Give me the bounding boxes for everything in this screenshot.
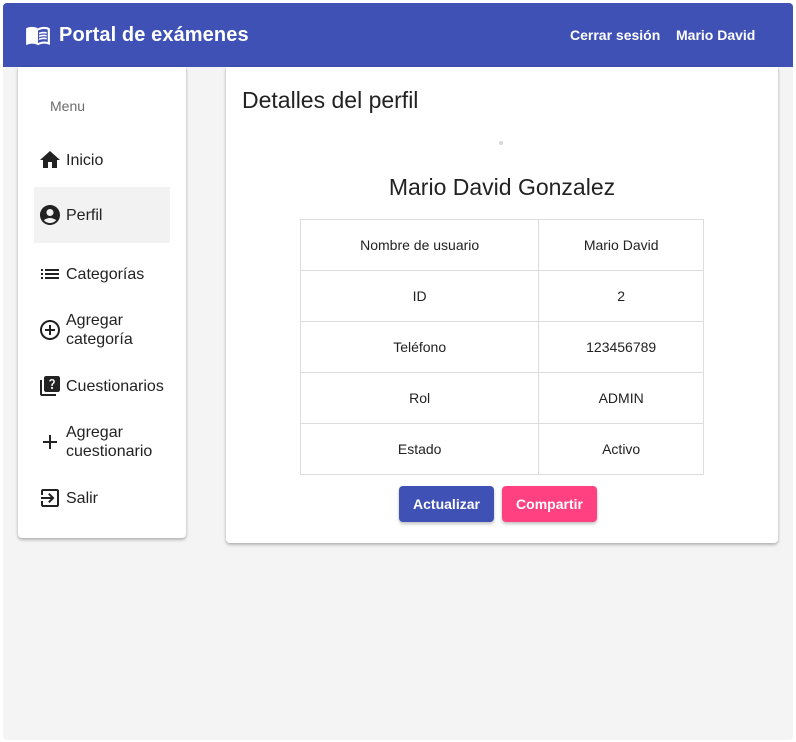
update-button[interactable]: Actualizar [399, 486, 494, 522]
brand[interactable]: Portal de exámenes [25, 3, 249, 67]
sidebar: Menu Inicio Perfil Categorías Agregar ca… [18, 67, 186, 538]
app-title: Portal de exámenes [59, 23, 249, 46]
sidebar-item-perfil[interactable]: Perfil [34, 187, 170, 243]
quiz-icon [40, 376, 60, 396]
sidebar-item-label: Perfil [66, 206, 103, 224]
sidebar-item-salir[interactable]: Salir [34, 472, 170, 524]
table-cell-key: Estado [299, 423, 540, 475]
sidebar-item-label: Categorías [66, 265, 145, 283]
table-row: Estado Activo [299, 423, 704, 475]
sidebar-item-categorias[interactable]: Categorías [34, 248, 170, 300]
user-button[interactable]: Mario David [676, 3, 755, 67]
table-cell-value: 123456789 [538, 321, 704, 373]
sidebar-item-label: Agregar categoría [66, 312, 133, 348]
table-cell-key: Nombre de usuario [299, 219, 540, 271]
account-circle-icon [40, 205, 60, 225]
page-title: Detalles del perfil [242, 87, 419, 113]
sidebar-item-label: Inicio [66, 151, 104, 169]
table-row: Nombre de usuario Mario David [299, 219, 704, 271]
share-button[interactable]: Compartir [502, 486, 597, 522]
sidebar-item-cuestionarios[interactable]: Cuestionarios [34, 360, 184, 412]
table-row: ID 2 [299, 270, 704, 322]
table-row: Teléfono 123456789 [299, 321, 704, 373]
profile-full-name: Mario David Gonzalez [388, 174, 616, 200]
sidebar-item-agregar-categoria[interactable]: Agregar categoría [34, 304, 170, 356]
sidebar-item-inicio[interactable]: Inicio [34, 136, 170, 184]
list-icon [41, 269, 59, 279]
profile-image [499, 141, 503, 145]
sidebar-item-label: Agregar cuestionario [66, 424, 153, 460]
profile-card: Detalles del perfil Mario David Gonzalez… [226, 67, 778, 543]
table-cell-value: 2 [538, 270, 704, 322]
top-toolbar: Portal de exámenes Cerrar sesión Mario D… [3, 3, 793, 67]
table-cell-key: ID [299, 270, 540, 322]
table-cell-key: Teléfono [299, 321, 540, 373]
sidebar-item-label: Salir [66, 489, 99, 507]
menu-header: Menu [50, 98, 86, 114]
add-circle-outline-icon [40, 320, 60, 340]
home-icon [40, 151, 60, 168]
table-cell-key: Rol [299, 372, 540, 424]
app-frame: Portal de exámenes Cerrar sesión Mario D… [3, 3, 793, 740]
table-row: Rol ADMIN [299, 372, 704, 424]
table-cell-value: Mario David [538, 219, 704, 271]
sidebar-item-agregar-cuestionario[interactable]: Agregar cuestionario [34, 416, 170, 468]
add-icon [43, 435, 57, 449]
profile-table: Nombre de usuario Mario David ID 2 Teléf… [299, 219, 704, 475]
book-icon [26, 26, 50, 46]
table-cell-value: ADMIN [538, 372, 704, 424]
sidebar-item-label: Cuestionarios [66, 377, 164, 395]
logout-button[interactable]: Cerrar sesión [570, 3, 660, 67]
table-cell-value: Activo [538, 423, 704, 475]
logout-icon [41, 489, 59, 507]
